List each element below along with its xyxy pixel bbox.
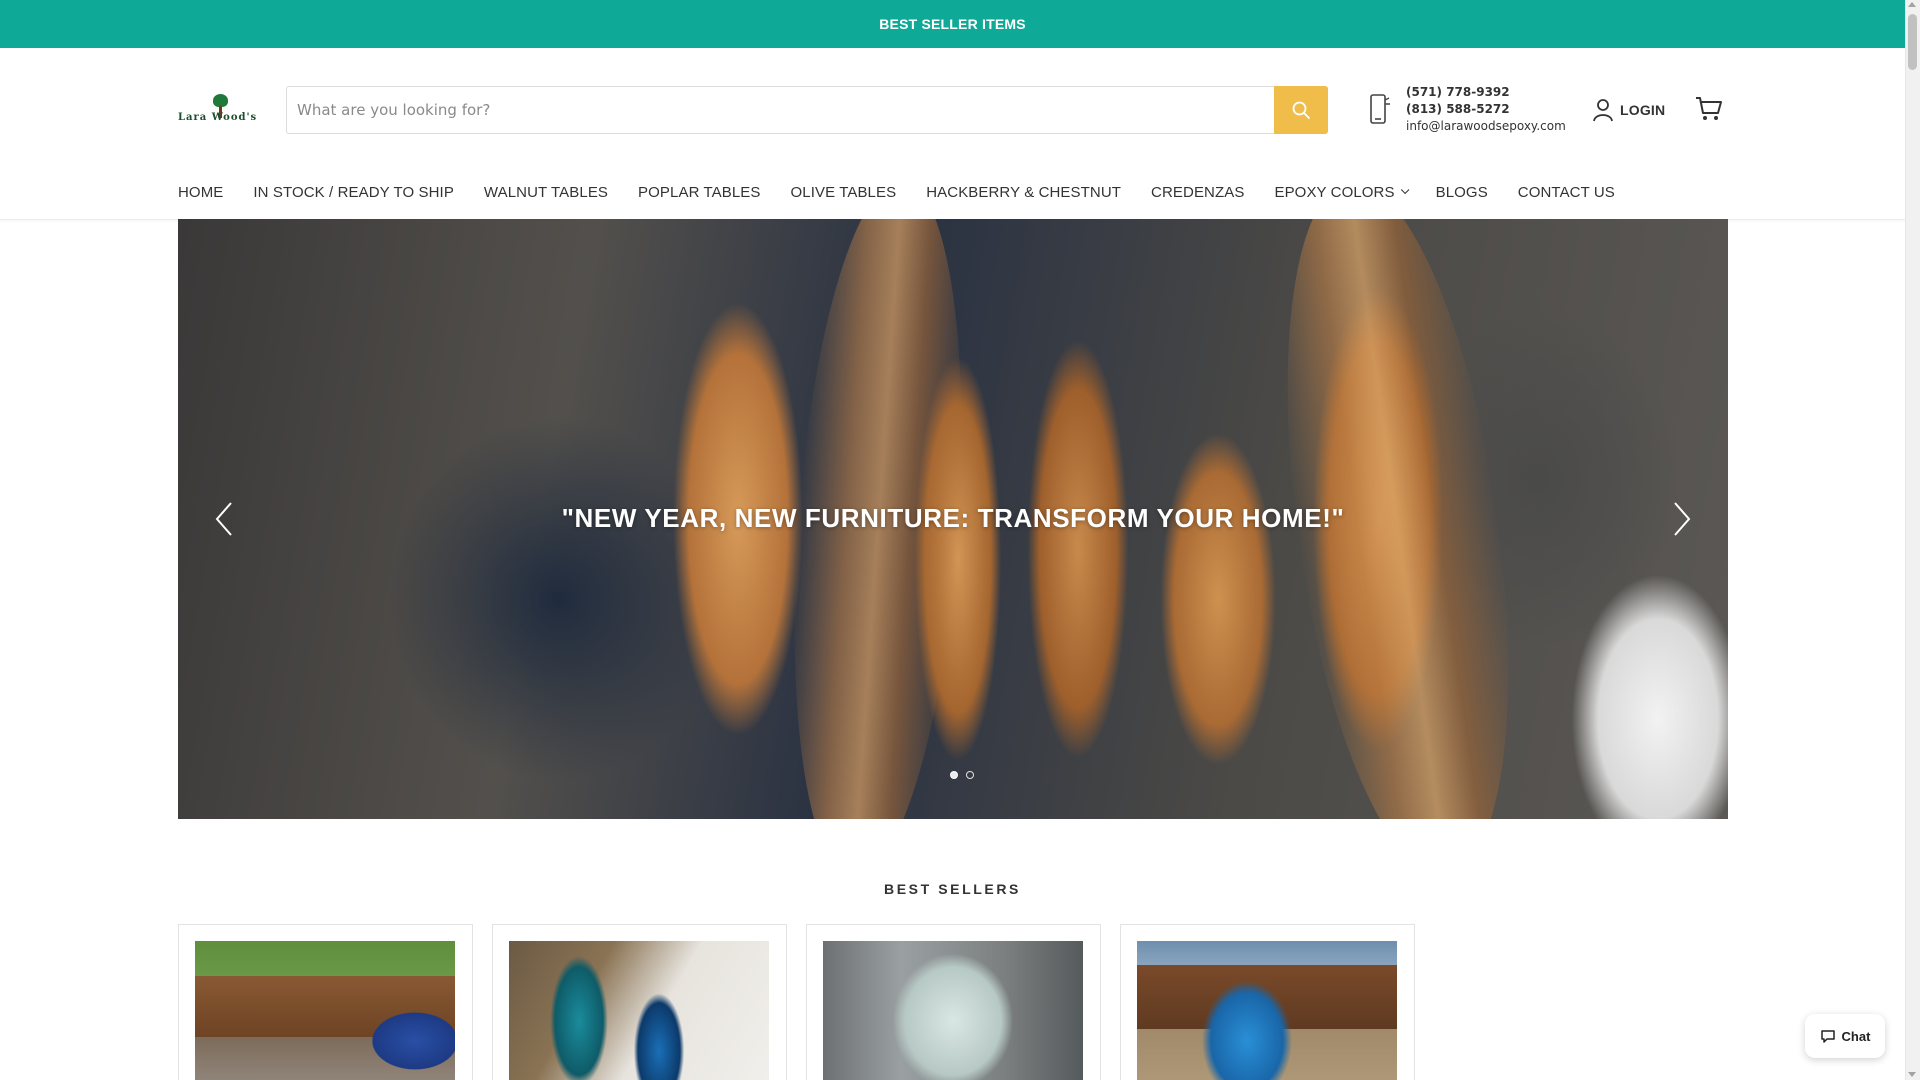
- best-sellers-title: BEST SELLERS: [884, 881, 1021, 897]
- product-image[interactable]: [823, 941, 1083, 1080]
- search-button[interactable]: [1274, 86, 1328, 134]
- slider-dot[interactable]: [950, 771, 958, 779]
- scrollbar-thumb[interactable]: [1908, 14, 1917, 70]
- logo-brand-text: Lara Wood's: [178, 112, 258, 123]
- contact-email[interactable]: info@larawoodsepoxy.com: [1406, 118, 1566, 135]
- chevron-down-icon: [1400, 185, 1409, 195]
- nav-item-in-stock[interactable]: IN STOCK / READY TO SHIP: [253, 184, 454, 201]
- contact-phone-1[interactable]: (571) 778-9392: [1406, 84, 1566, 101]
- scroll-up-icon[interactable]: [1908, 2, 1916, 7]
- nav-item-hackberry-chestnut[interactable]: HACKBERRY & CHESTNUT: [926, 184, 1121, 201]
- main-navigation: HOME IN STOCK / READY TO SHIP WALNUT TAB…: [178, 180, 1645, 204]
- hero-slider[interactable]: "NEW YEAR, NEW FURNITURE: TRANSFORM YOUR…: [178, 219, 1728, 819]
- nav-item-epoxy-colors-label: EPOXY COLORS: [1274, 183, 1395, 201]
- nav-item-blogs[interactable]: BLOGS: [1436, 184, 1488, 201]
- nav-item-olive-tables[interactable]: OLIVE TABLES: [791, 184, 897, 201]
- nav-item-poplar-tables[interactable]: POPLAR TABLES: [638, 184, 760, 201]
- page-scrollbar[interactable]: [1905, 0, 1920, 1080]
- slider-dot[interactable]: [966, 771, 974, 779]
- hero-title: "NEW YEAR, NEW FURNITURE: TRANSFORM YOUR…: [561, 503, 1345, 533]
- cart-icon: [1696, 97, 1722, 120]
- announcement-text[interactable]: BEST SELLER ITEMS: [879, 16, 1026, 32]
- chevron-right-icon[interactable]: [1672, 501, 1692, 537]
- nav-item-walnut-tables[interactable]: WALNUT TABLES: [484, 184, 608, 201]
- site-header: Lara Wood's (571) 778-9392 (813) 588-527…: [0, 48, 1905, 220]
- nav-item-home[interactable]: HOME: [178, 184, 223, 201]
- search-bar: [286, 86, 1328, 134]
- product-image[interactable]: [195, 941, 455, 1080]
- user-icon: [1593, 99, 1613, 122]
- product-card[interactable]: [806, 924, 1101, 1080]
- chevron-left-icon[interactable]: [214, 501, 234, 537]
- search-input[interactable]: [287, 87, 1273, 133]
- product-image[interactable]: [1137, 941, 1397, 1080]
- contact-info: (571) 778-9392 (813) 588-5272 info@laraw…: [1366, 84, 1566, 140]
- chat-button[interactable]: Chat: [1805, 1014, 1885, 1058]
- login-link[interactable]: LOGIN: [1592, 96, 1665, 124]
- nav-item-contact-us[interactable]: CONTACT US: [1518, 184, 1615, 201]
- nav-item-epoxy-colors[interactable]: EPOXY COLORS: [1274, 183, 1409, 201]
- product-card[interactable]: [1120, 924, 1415, 1080]
- cart-button[interactable]: [1695, 96, 1725, 124]
- product-card[interactable]: [492, 924, 787, 1080]
- phone-icon: [1370, 94, 1390, 124]
- search-icon: [1292, 101, 1310, 119]
- product-image[interactable]: [509, 941, 769, 1080]
- login-label[interactable]: LOGIN: [1620, 102, 1665, 118]
- nav-item-credenzas[interactable]: CREDENZAS: [1151, 184, 1244, 201]
- chat-icon: [1820, 1030, 1835, 1043]
- page: BEST SELLER ITEMS Lara Wood's (57: [0, 0, 1920, 1080]
- slider-dots: [946, 771, 978, 779]
- site-logo[interactable]: Lara Wood's: [178, 94, 262, 128]
- product-card[interactable]: [178, 924, 473, 1080]
- scroll-down-icon[interactable]: [1908, 1072, 1916, 1077]
- contact-phone-2[interactable]: (813) 588-5272: [1406, 101, 1566, 118]
- contact-lines: (571) 778-9392 (813) 588-5272 info@laraw…: [1406, 84, 1566, 135]
- announcement-bar[interactable]: BEST SELLER ITEMS: [0, 0, 1905, 48]
- chat-label: Chat: [1841, 1028, 1871, 1044]
